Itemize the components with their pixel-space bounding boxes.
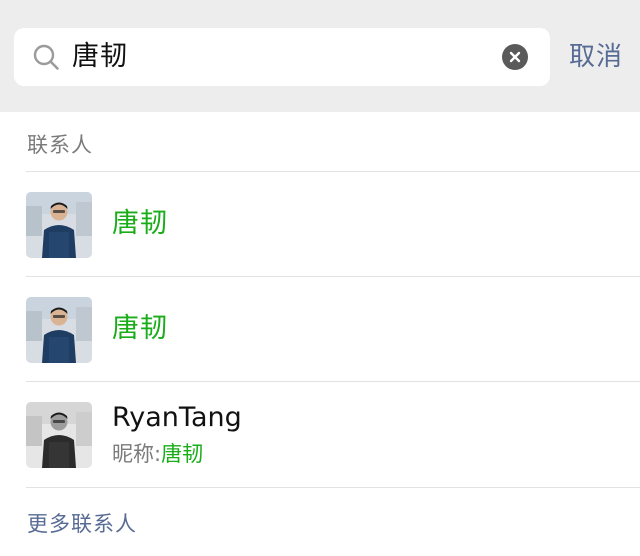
avatar	[26, 402, 92, 468]
cancel-button[interactable]: 取消	[569, 28, 623, 86]
nickname-value: 唐韧	[161, 442, 204, 466]
section-title-contacts: 联系人	[27, 133, 93, 157]
more-contacts-link[interactable]: 更多联系人	[27, 500, 137, 548]
search-input-box[interactable]: 唐韧	[14, 28, 550, 86]
contact-name: 唐韧	[112, 313, 168, 344]
contact-row[interactable]: RyanTang 昵称:唐韧	[0, 382, 640, 486]
search-bar-header: 唐韧 取消	[0, 0, 640, 112]
search-icon	[33, 44, 59, 70]
contact-row[interactable]: 唐韧	[0, 277, 640, 381]
nickname-label: 昵称:	[112, 442, 162, 466]
avatar	[26, 297, 92, 363]
search-results-screen: 唐韧 取消 联系人 唐韧 唐韧 RyanTang 昵称:唐韧 更多联系人	[0, 0, 640, 556]
contact-name: 唐韧	[112, 208, 168, 239]
contact-name: RyanTang	[112, 402, 242, 433]
contact-row[interactable]: 唐韧	[0, 172, 640, 276]
avatar	[26, 192, 92, 258]
contact-nickname: 昵称:唐韧	[112, 438, 203, 468]
search-input[interactable]: 唐韧	[72, 28, 128, 86]
clear-icon[interactable]	[502, 44, 528, 70]
divider	[26, 487, 640, 488]
